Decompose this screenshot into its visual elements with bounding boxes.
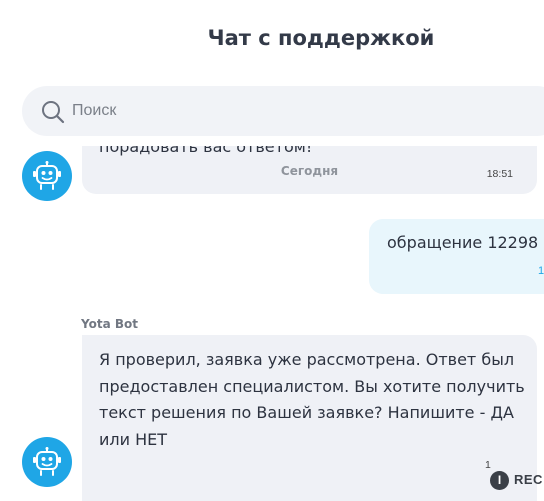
sender-name: Yota Bot bbox=[81, 317, 138, 331]
message-text: порадовать вас ответом! bbox=[99, 146, 313, 156]
message-text: Я проверил, заявка уже рассмотрена. Отве… bbox=[99, 350, 525, 449]
bot-avatar bbox=[22, 151, 72, 201]
bot-avatar bbox=[22, 437, 72, 487]
robot-icon bbox=[33, 447, 61, 476]
watermark-badge: I bbox=[490, 471, 509, 490]
watermark: I REC bbox=[490, 470, 544, 490]
robot-icon bbox=[33, 161, 61, 190]
message-text: обращение 12298 bbox=[387, 233, 539, 252]
message-time: 18:51 bbox=[486, 168, 513, 180]
message-bubble-outgoing: обращение 12298 1 bbox=[369, 219, 544, 294]
message-time: 1 bbox=[538, 265, 544, 277]
message-bubble: Я проверил, заявка уже рассмотрена. Отве… bbox=[82, 335, 537, 501]
search-icon bbox=[42, 101, 65, 124]
message-bubble: порадовать вас ответом! Сегодня 18:51 bbox=[82, 146, 537, 194]
date-separator: Сегодня bbox=[280, 164, 339, 178]
search-box[interactable] bbox=[22, 86, 544, 136]
search-input[interactable] bbox=[72, 86, 532, 136]
watermark-text: REC bbox=[514, 472, 543, 487]
message-list[interactable]: порадовать вас ответом! Сегодня 18:51 об… bbox=[0, 146, 544, 501]
page-title: Чат с поддержкой bbox=[207, 26, 435, 50]
